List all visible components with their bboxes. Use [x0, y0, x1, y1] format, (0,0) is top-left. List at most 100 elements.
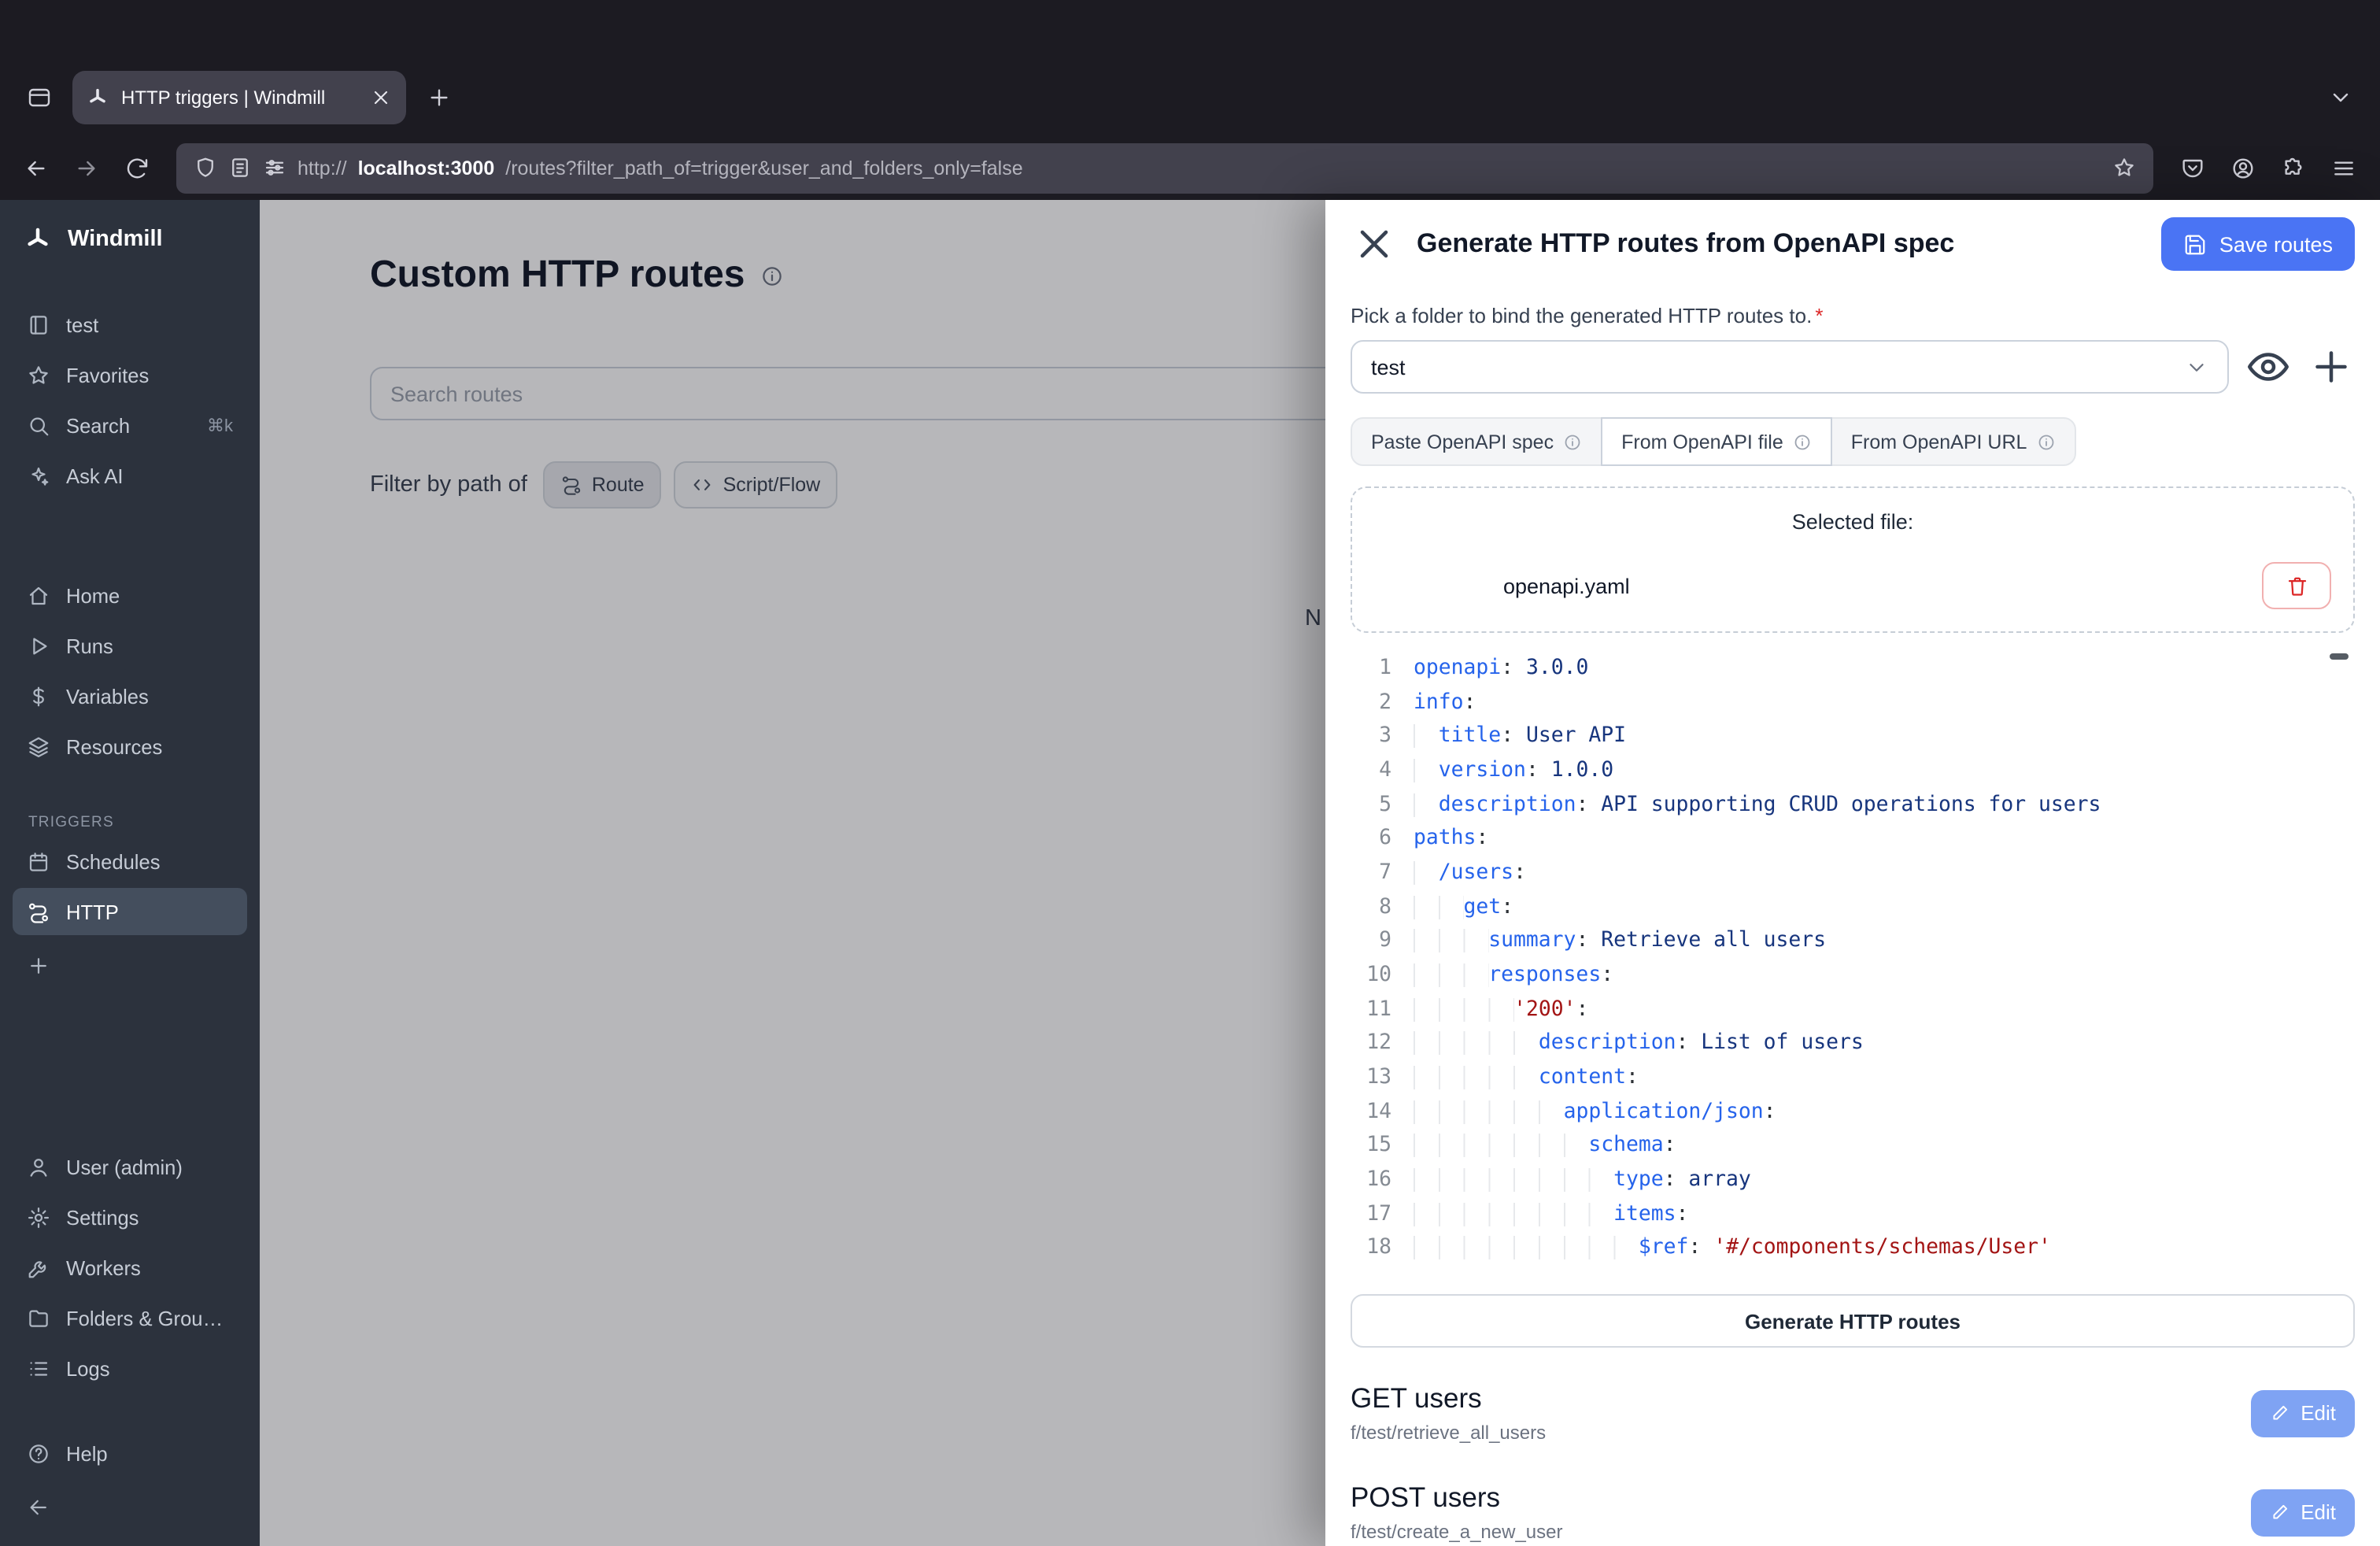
tab-from-openapi-url[interactable]: From OpenAPI URL — [1831, 417, 2076, 466]
pocket-icon[interactable] — [2169, 144, 2216, 191]
sidebar-item-workers[interactable]: Workers — [13, 1244, 247, 1291]
tab-favicon-icon — [87, 87, 109, 109]
line-numbers: 123456789101112131415161718 — [1351, 652, 1391, 1278]
code-editor[interactable]: 123456789101112131415161718 openapi: 3.0… — [1351, 652, 2355, 1278]
route-row: POST usersf/test/create_a_new_userEdit — [1351, 1481, 2355, 1543]
openapi-drawer: Generate HTTP routes from OpenAPI spec S… — [1325, 200, 2380, 1546]
sidebar-item-label: Workers — [66, 1256, 141, 1279]
search-icon — [27, 413, 50, 437]
edit-route-button[interactable]: Edit — [2250, 1489, 2355, 1536]
wrench-icon — [27, 1256, 50, 1279]
sidebar-item-label: Folders & Groups... — [66, 1306, 233, 1330]
sidebar-item-label: Runs — [66, 634, 113, 657]
tab-from-openapi-file[interactable]: From OpenAPI file — [1601, 417, 1832, 466]
sidebar-item-label: Favorites — [66, 363, 149, 386]
sidebar-item-ask-ai[interactable]: Ask AI — [13, 452, 247, 499]
sparkles-icon — [27, 464, 50, 487]
sidebar-item-user-admin[interactable]: User (admin) — [13, 1143, 247, 1190]
generated-routes-list: GET usersf/test/retrieve_all_usersEditPO… — [1351, 1382, 2355, 1543]
sidebar-item-label: Variables — [66, 684, 149, 708]
route-path: f/test/create_a_new_user — [1351, 1521, 1563, 1543]
sidebar-item-test[interactable]: test — [13, 301, 247, 348]
help-icon — [27, 1441, 50, 1465]
brand[interactable]: Windmill — [0, 200, 260, 279]
sidebar-item-label: Help — [66, 1441, 108, 1465]
url-host: localhost:3000 — [358, 157, 495, 179]
required-asterisk: * — [1815, 304, 1823, 327]
user-icon — [27, 1155, 50, 1178]
sidebar-item-logs[interactable]: Logs — [13, 1344, 247, 1392]
tab-paste-openapi-spec[interactable]: Paste OpenAPI spec — [1351, 417, 1602, 466]
route-title: GET users — [1351, 1382, 1546, 1415]
pencil-icon — [2269, 1502, 2289, 1522]
folder-icon — [27, 1306, 50, 1330]
sidebar-item-schedules[interactable]: Schedules — [13, 838, 247, 885]
sidebar-item-folders-groups[interactable]: Folders & Groups... — [13, 1294, 247, 1341]
page-info-icon[interactable] — [228, 156, 252, 179]
permissions-icon[interactable] — [263, 156, 286, 179]
sidebar-item-favorites[interactable]: Favorites — [13, 351, 247, 398]
sidebar: Windmill test Favorites Search ⌘k Ask AI Hom… — [0, 200, 260, 1546]
pencil-icon — [2269, 1403, 2289, 1423]
app: HTTP triggers | Windmill http://localhos… — [0, 0, 2380, 1546]
sidebar-item-search[interactable]: Search ⌘k — [13, 401, 247, 449]
sidebar-collapse-button[interactable] — [13, 1483, 247, 1530]
calendar-icon — [27, 849, 50, 873]
info-icon — [1793, 432, 1812, 451]
drawer-close-button[interactable] — [1351, 220, 1398, 268]
sidebar-item-help[interactable]: Help — [13, 1429, 247, 1477]
bookmark-star-icon[interactable] — [2112, 156, 2136, 179]
route-icon — [27, 900, 50, 923]
url-path: /routes?filter_path_of=trigger&user_and_… — [505, 157, 1022, 179]
account-icon[interactable] — [2219, 144, 2267, 191]
remove-file-button[interactable] — [2262, 562, 2331, 609]
code-content[interactable]: openapi: 3.0.0info: title: User API vers… — [1414, 652, 2101, 1278]
tab-list-button[interactable] — [2317, 74, 2364, 121]
sidebar-item-runs[interactable]: Runs — [13, 622, 247, 669]
sidebar-item-label: Search — [66, 413, 130, 437]
tab-title: HTTP triggers | Windmill — [121, 87, 357, 109]
sidebar-item-label: Home — [66, 583, 120, 607]
layers-icon — [27, 734, 50, 758]
sidebar-item-label: Logs — [66, 1356, 110, 1380]
browser-tab[interactable]: HTTP triggers | Windmill — [72, 71, 406, 124]
tab-close-icon[interactable] — [370, 87, 392, 109]
generate-routes-button[interactable]: Generate HTTP routes — [1351, 1294, 2355, 1348]
play-icon — [27, 634, 50, 657]
scrollbar-thumb[interactable] — [2330, 653, 2349, 660]
chevron-down-icon — [2185, 355, 2208, 379]
folder-select[interactable]: test — [1351, 340, 2229, 394]
sidebar-item-label: Settings — [66, 1205, 139, 1229]
sidebar-item-variables[interactable]: Variables — [13, 672, 247, 719]
sidebar-item-http[interactable]: HTTP — [13, 888, 247, 935]
folder-select-value: test — [1371, 355, 1406, 379]
navigation-bar: http://localhost:3000/routes?filter_path… — [0, 135, 2380, 200]
shield-icon[interactable] — [194, 156, 217, 179]
edit-route-button[interactable]: Edit — [2250, 1389, 2355, 1437]
dollar-icon — [27, 684, 50, 708]
forward-button[interactable] — [63, 144, 110, 191]
preview-folder-button[interactable] — [2245, 343, 2292, 390]
sidebar-item-label: Schedules — [66, 849, 161, 873]
save-routes-button[interactable]: Save routes — [2161, 217, 2355, 271]
spec-source-tabs: Paste OpenAPI specFrom OpenAPI fileFrom … — [1351, 417, 2355, 466]
keyboard-shortcut: ⌘k — [207, 415, 233, 435]
sidebar-item-home[interactable]: Home — [13, 571, 247, 619]
sidebar-item-settings[interactable]: Settings — [13, 1193, 247, 1241]
reload-button[interactable] — [113, 144, 161, 191]
menu-icon[interactable] — [2320, 144, 2367, 191]
sidebar-item-label: Ask AI — [66, 464, 124, 487]
trash-icon — [2285, 574, 2308, 597]
sidebar-add-button[interactable] — [13, 941, 247, 989]
book-icon — [27, 313, 50, 336]
extensions-icon[interactable] — [2270, 144, 2317, 191]
plus-icon — [27, 953, 50, 977]
url-bar[interactable]: http://localhost:3000/routes?filter_path… — [176, 142, 2153, 193]
add-folder-button[interactable] — [2308, 343, 2355, 390]
selected-file-box: Selected file: openapi.yaml — [1351, 486, 2355, 633]
back-button[interactable] — [13, 144, 60, 191]
firefox-view-icon[interactable] — [16, 74, 63, 121]
new-tab-button[interactable] — [416, 74, 463, 121]
gear-icon — [27, 1205, 50, 1229]
sidebar-item-resources[interactable]: Resources — [13, 723, 247, 770]
